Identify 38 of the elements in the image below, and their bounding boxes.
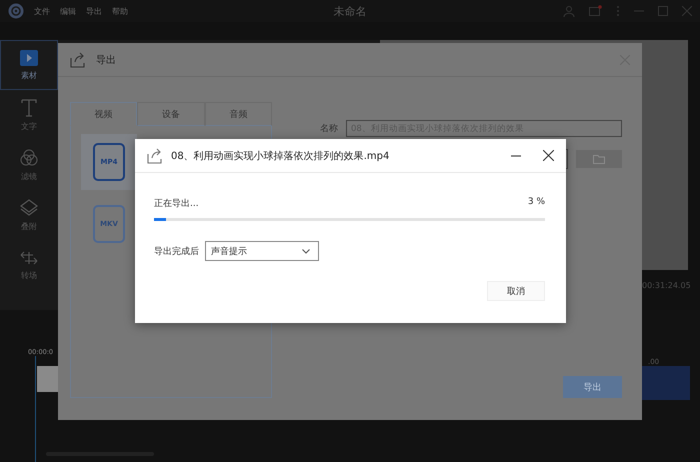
- menu-item[interactable]: 导出: [86, 6, 102, 16]
- tab[interactable]: 音频: [204, 102, 272, 126]
- folder-icon: [593, 154, 605, 164]
- message-icon[interactable]: [589, 5, 602, 17]
- transition-arrows-icon: [19, 250, 39, 266]
- app-logo-icon: [8, 3, 24, 19]
- sidebar-item[interactable]: 文字: [0, 90, 58, 140]
- export-status: 正在导出...: [154, 198, 199, 210]
- sidebar-item[interactable]: 转场: [0, 240, 58, 290]
- field-label: 名称: [320, 122, 338, 135]
- menu-item[interactable]: 帮助: [112, 6, 128, 16]
- sidebar-item[interactable]: 滤镜: [0, 140, 58, 190]
- video-clip[interactable]: [37, 366, 59, 392]
- tab[interactable]: 视频: [70, 102, 138, 126]
- menu-item[interactable]: 编辑: [60, 6, 76, 16]
- tab[interactable]: 设备: [137, 102, 205, 126]
- cancel-button[interactable]: 取消: [487, 281, 545, 301]
- filter-icon: [20, 148, 38, 166]
- close-icon[interactable]: [543, 150, 554, 161]
- after-export-dropdown[interactable]: 声音提示: [205, 241, 319, 261]
- total-duration: 00:31:24.05: [642, 281, 691, 290]
- menu-item[interactable]: 文件: [34, 6, 50, 16]
- dialog-title: 08、利用动画实现小球掉落依次排列的效果.mp4: [171, 150, 390, 162]
- browse-button[interactable]: [576, 150, 622, 168]
- export-button[interactable]: 导出: [563, 376, 622, 398]
- field-label: 导出完成后: [154, 246, 199, 258]
- progress-percent: 3 %: [528, 197, 545, 209]
- user-icon[interactable]: [563, 5, 575, 17]
- play-icon: [20, 50, 38, 66]
- app-title: 未命名: [334, 4, 366, 18]
- audio-clip[interactable]: [642, 366, 690, 400]
- maximize-icon[interactable]: [658, 6, 668, 16]
- sidebar-item[interactable]: 素材: [0, 40, 58, 90]
- caret-icon: [302, 248, 310, 254]
- sidebar-item[interactable]: 叠附: [0, 190, 58, 240]
- layers-icon: [20, 198, 38, 216]
- dialog-title: 导出: [96, 54, 116, 66]
- text-icon: [21, 98, 37, 116]
